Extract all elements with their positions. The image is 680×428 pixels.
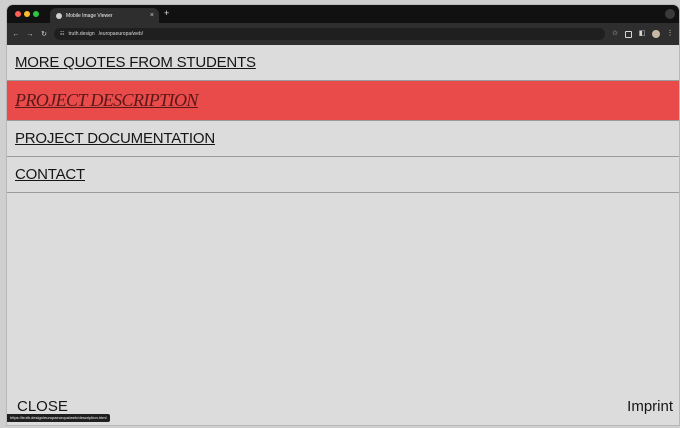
close-window-button[interactable]	[15, 11, 21, 17]
back-arrow-icon[interactable]: ←	[12, 31, 20, 38]
browser-tab-title: Mobile Image Viewer	[66, 12, 113, 19]
minimize-window-button[interactable]	[24, 11, 30, 17]
browser-tab[interactable]: Mobile Image Viewer ×	[50, 8, 159, 23]
reload-icon[interactable]: ↻	[40, 31, 48, 38]
forward-arrow-icon[interactable]: →	[26, 31, 34, 38]
menu-item-project-description[interactable]: PROJECT DESCRIPTION	[7, 81, 679, 121]
close-icon[interactable]: ×	[150, 12, 154, 19]
extensions-icon[interactable]	[625, 30, 632, 38]
menu-item-more-quotes[interactable]: MORE QUOTES FROM STUDENTS	[7, 45, 679, 81]
browser-titlebar: Mobile Image Viewer × +	[7, 5, 679, 23]
address-host: truth.design	[68, 31, 95, 37]
plus-icon[interactable]: +	[164, 9, 169, 18]
site-info-icon[interactable]: ☷	[60, 31, 64, 37]
address-bar[interactable]: ☷ truth.design/europaeuropa/web/	[54, 28, 605, 40]
menu-item-contact[interactable]: CONTACT	[7, 157, 679, 193]
status-url-tooltip: https://truth.design/europaeuropa/web/de…	[7, 414, 110, 422]
split-view-icon[interactable]: ◧	[638, 30, 646, 38]
maximize-window-button[interactable]	[33, 11, 39, 17]
menu-item-project-documentation[interactable]: PROJECT DOCUMENTATION	[7, 121, 679, 157]
close-link[interactable]: CLOSE	[17, 398, 68, 415]
browser-toolbar: ← → ↻ ☷ truth.design/europaeuropa/web/ ☆…	[7, 23, 679, 45]
site-favicon-icon	[56, 12, 62, 19]
avatar[interactable]	[652, 30, 660, 38]
project-menu-page: MORE QUOTES FROM STUDENTS PROJECT DESCRI…	[7, 45, 679, 425]
browser-window: Mobile Image Viewer × + ← → ↻ ☷ truth.de…	[6, 4, 680, 426]
kebab-menu-icon[interactable]: ⋮	[666, 30, 674, 38]
window-profile-icon[interactable]	[665, 9, 675, 19]
address-path: /europaeuropa/web/	[98, 31, 144, 37]
imprint-link[interactable]: Imprint	[627, 398, 673, 415]
star-icon[interactable]: ☆	[611, 30, 619, 38]
